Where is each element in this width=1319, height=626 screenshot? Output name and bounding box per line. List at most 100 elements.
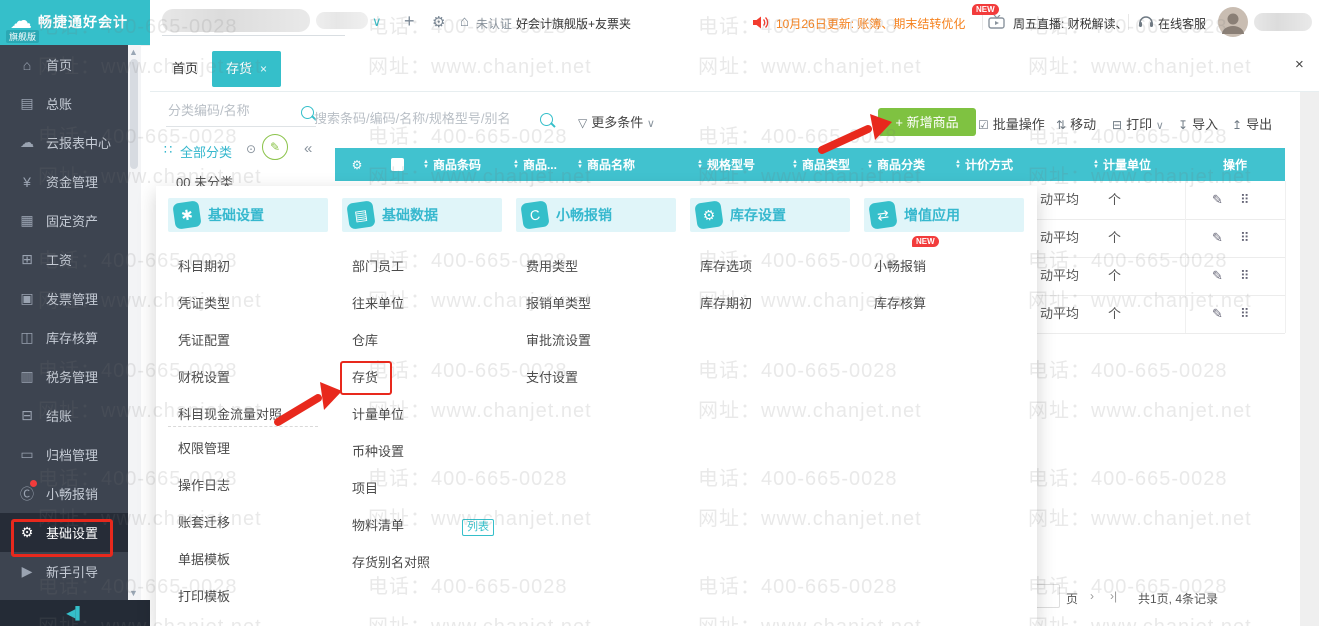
more-filters-button[interactable]: ▽更多条件 ∨	[578, 112, 655, 131]
edit-categories-icon[interactable]: ✎	[262, 134, 288, 160]
menu-item[interactable]: 存货别名对照	[352, 551, 430, 575]
header-spec-model[interactable]: ▲▼规格型号	[689, 156, 784, 173]
menu-item[interactable]: 财税设置	[178, 366, 230, 390]
export-button[interactable]: ↥导出	[1232, 114, 1272, 133]
header-product-category[interactable]: ▲▼商品分类	[859, 156, 947, 173]
header-product-code[interactable]: ▲▼商品...	[505, 156, 569, 173]
sidebar-item-home[interactable]: ⌂首页	[0, 45, 128, 84]
sidebar-item-inventory-accounting[interactable]: ◫库存核算	[0, 318, 128, 357]
menu-item[interactable]: 凭证类型	[178, 292, 230, 316]
header-pricing-method[interactable]: ▲▼计价方式	[947, 156, 1085, 173]
account-name-blurred[interactable]	[162, 9, 310, 32]
column-settings-gear-icon[interactable]: ⚙	[335, 158, 379, 172]
sort-icon[interactable]: ▲▼	[577, 160, 583, 170]
sort-icon[interactable]: ▲▼	[513, 160, 519, 170]
edit-row-icon[interactable]: ✎	[1212, 295, 1223, 333]
last-page-icon[interactable]: ›|	[1110, 589, 1117, 603]
barcode-row-icon[interactable]: ⠿	[1240, 181, 1250, 219]
collapse-sidebar-icon[interactable]: ◀▌	[66, 606, 84, 620]
tab-home[interactable]: 首页	[158, 51, 212, 87]
menu-item[interactable]: 库存选项	[700, 255, 752, 279]
menu-item[interactable]: 计量单位	[352, 403, 404, 427]
menu-item[interactable]: 报销单类型	[526, 292, 591, 316]
sidebar-item-archive[interactable]: ▭归档管理	[0, 435, 128, 474]
sidebar-item-cloud-reports[interactable]: ☁云报表中心	[0, 123, 128, 162]
menu-item[interactable]: 权限管理	[178, 437, 230, 461]
all-categories-link[interactable]: 全部分类	[180, 142, 232, 161]
select-all-checkbox[interactable]	[379, 158, 415, 171]
menu-item-inventory[interactable]: 存货	[352, 366, 378, 390]
menu-item[interactable]: 库存核算	[874, 292, 926, 316]
page-scroll-area[interactable]	[1300, 92, 1319, 626]
header-unit[interactable]: ▲▼计量单位	[1085, 156, 1185, 173]
menu-item[interactable]: 科目现金流量对照	[178, 403, 282, 427]
scroll-up-icon[interactable]: ▲	[129, 47, 138, 57]
tab-inventory[interactable]: 存货×	[212, 51, 281, 87]
menu-item[interactable]: 单据模板	[178, 548, 230, 572]
sidebar-item-fixed-assets[interactable]: ▦固定资产	[0, 201, 128, 240]
close-panel-icon[interactable]: ×	[1295, 56, 1304, 73]
menu-item[interactable]: 物料清单列表	[352, 514, 494, 538]
search-icon[interactable]	[540, 113, 553, 126]
menu-item[interactable]: 审批流设置	[526, 329, 591, 353]
sidebar-scrollbar[interactable]: ▲ ▼	[128, 45, 141, 600]
add-account-set-icon[interactable]: +	[404, 11, 415, 32]
barcode-row-icon[interactable]: ⠿	[1240, 257, 1250, 295]
sidebar-item-tax[interactable]: ▥税务管理	[0, 357, 128, 396]
collapse-panel-icon[interactable]: «	[304, 140, 312, 157]
sidebar-collapse-bar[interactable]: ◀▌	[0, 600, 150, 626]
menu-item[interactable]: 费用类型	[526, 255, 578, 279]
print-button[interactable]: ⊟打印 ∨	[1112, 114, 1164, 133]
tab-close-icon[interactable]: ×	[260, 62, 267, 76]
edit-row-icon[interactable]: ✎	[1212, 219, 1223, 257]
sort-icon[interactable]: ▲▼	[1093, 160, 1099, 170]
user-avatar[interactable]	[1218, 7, 1248, 37]
menu-item[interactable]: 部门员工	[352, 255, 404, 279]
sort-icon[interactable]: ▲▼	[697, 160, 703, 170]
batch-operations-button[interactable]: ☑批量操作	[978, 114, 1045, 133]
sidebar-item-general-ledger[interactable]: ▤总账	[0, 84, 128, 123]
menu-item[interactable]: 币种设置	[352, 440, 404, 464]
account-chevron-down-icon[interactable]: ∨	[372, 14, 382, 30]
menu-item[interactable]: 项目	[352, 477, 378, 501]
sort-icon[interactable]: ▲▼	[867, 160, 873, 170]
sort-icon[interactable]: ▲▼	[423, 160, 429, 170]
next-page-icon[interactable]: ›	[1090, 589, 1094, 603]
live-link[interactable]: 周五直播: 财税解读、	[1013, 15, 1128, 32]
barcode-row-icon[interactable]: ⠿	[1240, 219, 1250, 257]
move-button[interactable]: ⇅移动	[1056, 114, 1096, 133]
settings-gear-icon[interactable]: ⚙	[432, 13, 445, 31]
menu-item[interactable]: 库存期初	[700, 292, 752, 316]
online-service-link[interactable]: 在线客服	[1158, 15, 1206, 32]
menu-item[interactable]: 打印模板	[178, 585, 230, 609]
header-barcode[interactable]: ▲▼商品条码	[415, 156, 505, 173]
menu-item[interactable]: 小畅报销	[874, 255, 926, 279]
sidebar-item-closing[interactable]: ⊟结账	[0, 396, 128, 435]
scrollbar-thumb[interactable]	[130, 59, 138, 169]
barcode-row-icon[interactable]: ⠿	[1240, 295, 1250, 333]
sidebar-item-invoices[interactable]: ▣发票管理	[0, 279, 128, 318]
menu-item[interactable]: 凭证配置	[178, 329, 230, 353]
edit-row-icon[interactable]: ✎	[1212, 257, 1223, 295]
expand-categories-icon[interactable]: ⊙	[246, 142, 256, 156]
sidebar-item-reimburse[interactable]: Ⓒ小畅报销	[0, 474, 128, 513]
sidebar-item-beginner-guide[interactable]: ▶新手引导	[0, 552, 128, 591]
import-button[interactable]: ↧导入	[1178, 114, 1218, 133]
menu-item[interactable]: 账套迁移	[178, 511, 230, 535]
menu-item[interactable]: 支付设置	[526, 366, 578, 390]
edit-row-icon[interactable]: ✎	[1212, 181, 1223, 219]
header-product-name[interactable]: ▲▼商品名称	[569, 156, 689, 173]
header-product-type[interactable]: ▲▼商品类型	[784, 156, 859, 173]
announcement-link[interactable]: 10月26日更新: 账簿、期末结转优化	[776, 15, 965, 32]
category-search-input[interactable]	[166, 102, 298, 119]
sidebar-item-salary[interactable]: ⊞工资	[0, 240, 128, 279]
sidebar-item-basic-settings[interactable]: ⚙基础设置	[0, 513, 128, 552]
scroll-down-icon[interactable]: ▼	[129, 588, 138, 598]
product-search-input[interactable]	[312, 110, 536, 127]
sort-icon[interactable]: ▲▼	[792, 160, 798, 170]
sort-icon[interactable]: ▲▼	[955, 160, 961, 170]
add-product-button[interactable]: + 新增商品	[878, 108, 976, 136]
menu-item[interactable]: 操作日志	[178, 474, 230, 498]
menu-item[interactable]: 科目期初	[178, 255, 230, 279]
sidebar-item-funds[interactable]: ¥资金管理	[0, 162, 128, 201]
